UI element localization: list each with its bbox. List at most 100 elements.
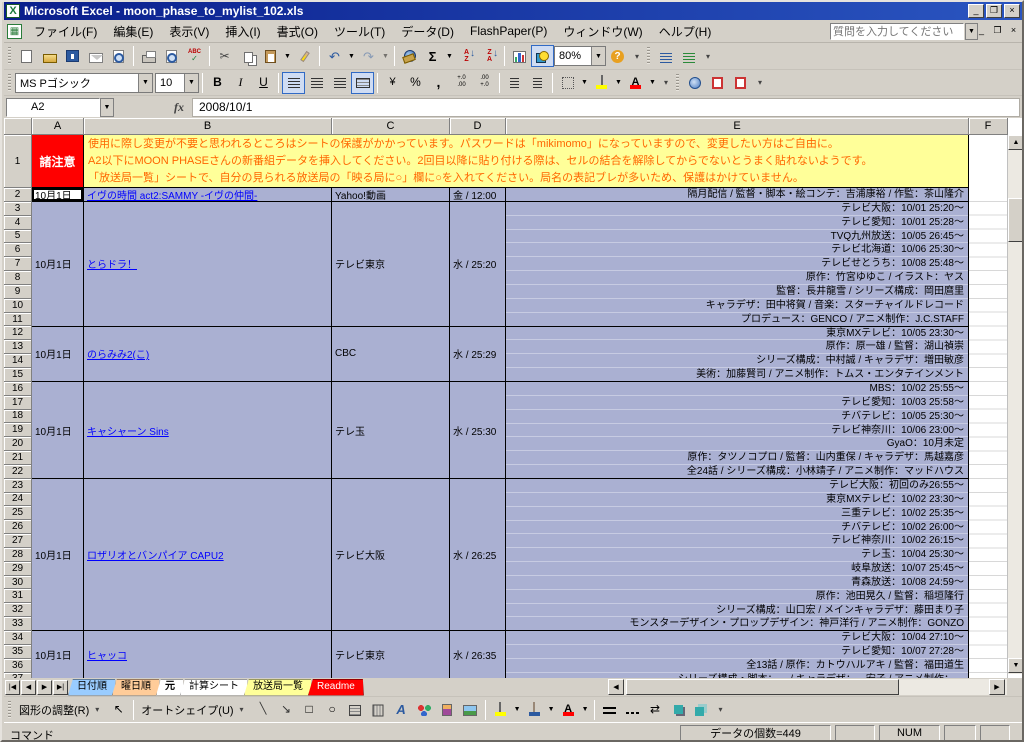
row-header[interactable]: 3	[4, 202, 32, 216]
row-header[interactable]: 12	[4, 326, 32, 340]
row-header[interactable]: 5	[4, 230, 32, 244]
drawing-button[interactable]	[531, 45, 554, 67]
threed-style-button[interactable]	[690, 699, 713, 721]
horizontal-scrollbar[interactable]: ◀ ▶	[608, 679, 1007, 695]
tab-next-icon[interactable]: ▶	[37, 680, 52, 695]
cell[interactable]: テレビ北海道：10/06 25:30～	[506, 243, 968, 257]
increase-indent-button[interactable]	[526, 72, 549, 94]
menu-tools[interactable]: ツール(T)	[326, 20, 393, 43]
doc-close-button[interactable]: ×	[1007, 24, 1020, 37]
row-header[interactable]: 15	[4, 368, 32, 382]
date-cell[interactable]: 10月1日	[32, 202, 84, 326]
menu-edit[interactable]: 編集(E)	[105, 20, 161, 43]
anime-title-link[interactable]: ヒャッコ	[87, 647, 127, 662]
row-header[interactable]: 29	[4, 562, 32, 576]
date-cell[interactable]: 10月1日	[32, 631, 84, 678]
menu-window[interactable]: ウィンドウ(W)	[555, 20, 650, 43]
cell[interactable]: TVQ九州放送：10/05 26:45～	[506, 230, 968, 244]
menu-help[interactable]: ヘルプ(H)	[651, 20, 720, 43]
row-header[interactable]: 20	[4, 437, 32, 451]
addin-button-3[interactable]	[683, 72, 706, 94]
row-header[interactable]: 4	[4, 216, 32, 230]
borders-dropdown-icon[interactable]: ▼	[579, 72, 590, 94]
cell[interactable]: テレビ大阪：10/01 25:20～	[506, 202, 968, 216]
column-header-c[interactable]: C	[332, 118, 450, 135]
cell[interactable]: テレビ神奈川：10/06 23:00～	[506, 424, 968, 438]
row-header[interactable]: 23	[4, 479, 32, 493]
row-header[interactable]: 13	[4, 340, 32, 354]
addin-button-2[interactable]	[677, 45, 700, 67]
title-cell[interactable]: のらみみ2(こ)	[84, 327, 332, 381]
currency-button[interactable]	[381, 72, 404, 94]
title-cell[interactable]: ヒャッコ	[84, 631, 332, 678]
title-cell[interactable]: とらドラ！	[84, 202, 332, 326]
anime-title-link[interactable]: イヴの時間 act2:SAMMY -イヴの仲間-	[87, 188, 257, 201]
anime-title-link[interactable]: とらドラ！	[87, 256, 137, 271]
cell[interactable]: テレビ愛知：10/01 25:28～	[506, 216, 968, 230]
cell[interactable]: 岐阜放送：10/07 25:45～	[506, 562, 968, 576]
tab-previous-icon[interactable]: ◀	[21, 680, 36, 695]
autosum-dropdown-icon[interactable]: ▼	[444, 45, 455, 67]
row-header[interactable]: 8	[4, 271, 32, 285]
column-header-a[interactable]: A	[32, 118, 84, 135]
row-header[interactable]: 16	[4, 382, 32, 396]
chart-wizard-button[interactable]	[508, 45, 531, 67]
help-button[interactable]	[606, 45, 629, 67]
notes-cell[interactable]: 使用に際し変更が不要と思われるところはシートの保護がかかっています。パスワードは…	[84, 135, 969, 188]
paste-dropdown-icon[interactable]: ▼	[282, 45, 293, 67]
cell[interactable]: 東京MXテレビ：10/05 23:30～	[506, 327, 968, 341]
comma-button[interactable]	[427, 72, 450, 94]
menu-insert[interactable]: 挿入(I)	[217, 20, 268, 43]
cell[interactable]: モンスターデザイン・プロップデザイン：神戸洋行 / アニメ制作：GONZO	[506, 617, 968, 631]
bold-button[interactable]	[206, 72, 229, 94]
increase-decimal-button[interactable]: +.0.00	[450, 72, 473, 94]
row-header[interactable]: 35	[4, 645, 32, 659]
draw-font-color-button[interactable]	[557, 699, 580, 721]
cell[interactable]: GyaO：10月未定	[506, 437, 968, 451]
name-box[interactable]: A2	[6, 98, 100, 117]
autoshapes-button[interactable]: オートシェイプ(U)▾	[137, 700, 251, 720]
time-cell[interactable]: 水 / 25:29	[450, 327, 506, 381]
toolbar-grip[interactable]	[8, 74, 11, 92]
cell[interactable]: 三重テレビ：10/02 25:35～	[506, 507, 968, 521]
workbook-icon[interactable]: ▦	[7, 24, 22, 39]
format-painter-button[interactable]	[293, 45, 316, 67]
menu-flashpaper[interactable]: FlashPaper(P)	[462, 21, 555, 41]
shape-fill-dropdown-icon[interactable]: ▼	[512, 699, 523, 721]
cell[interactable]: テレビ神奈川：10/02 26:15～	[506, 534, 968, 548]
formula-input[interactable]: 2008/10/1	[192, 98, 1020, 117]
anime-title-link[interactable]: キャシャーン Sins	[87, 423, 169, 438]
spelling-button[interactable]: ABC	[183, 45, 206, 67]
percent-button[interactable]	[404, 72, 427, 94]
row-header[interactable]: 21	[4, 451, 32, 465]
arrow-style-button[interactable]	[644, 699, 667, 721]
line-color-button[interactable]	[523, 699, 546, 721]
line-style-button[interactable]	[598, 699, 621, 721]
arrow-button[interactable]	[275, 699, 298, 721]
row-header[interactable]: 22	[4, 465, 32, 479]
row-header[interactable]: 9	[4, 285, 32, 299]
cell[interactable]: テレビ大阪：初回のみ26:55～	[506, 479, 968, 493]
cell[interactable]: 美術：加藤賢司 / アニメ制作：トムス・エンタテインメント	[506, 368, 968, 382]
toolbar-options-icon[interactable]: ▾	[660, 78, 672, 87]
row-header-1[interactable]: 1	[4, 135, 32, 188]
sheet-tab-readme[interactable]: Readme	[308, 679, 364, 696]
channel-cell[interactable]: Yahoo!動画	[332, 188, 450, 201]
warning-cell[interactable]: 諸注意	[32, 135, 84, 188]
insert-function-button[interactable]: fx	[174, 100, 184, 115]
channel-cell[interactable]: テレビ大阪	[332, 479, 450, 630]
sheet-tab-youbijun[interactable]: 曜日順	[112, 679, 160, 696]
cell[interactable]: シリーズ構成：中村誠 / キャラデザ：増田敏彦	[506, 354, 968, 368]
minimize-button[interactable]: _	[968, 4, 984, 18]
menu-data[interactable]: データ(D)	[393, 20, 462, 43]
underline-button[interactable]	[252, 72, 275, 94]
scroll-right-icon[interactable]: ▶	[989, 679, 1005, 695]
addin-button-1[interactable]	[654, 45, 677, 67]
cell[interactable]: チバテレビ：10/05 25:30～	[506, 410, 968, 424]
vertical-scrollbar[interactable]: ▲ ▼	[1008, 135, 1024, 674]
rectangle-button[interactable]	[298, 699, 321, 721]
draw-font-color-dropdown-icon[interactable]: ▼	[580, 699, 591, 721]
fill-color-dropdown-icon[interactable]: ▼	[613, 72, 624, 94]
row-header[interactable]: 17	[4, 396, 32, 410]
cut-button[interactable]	[213, 45, 236, 67]
